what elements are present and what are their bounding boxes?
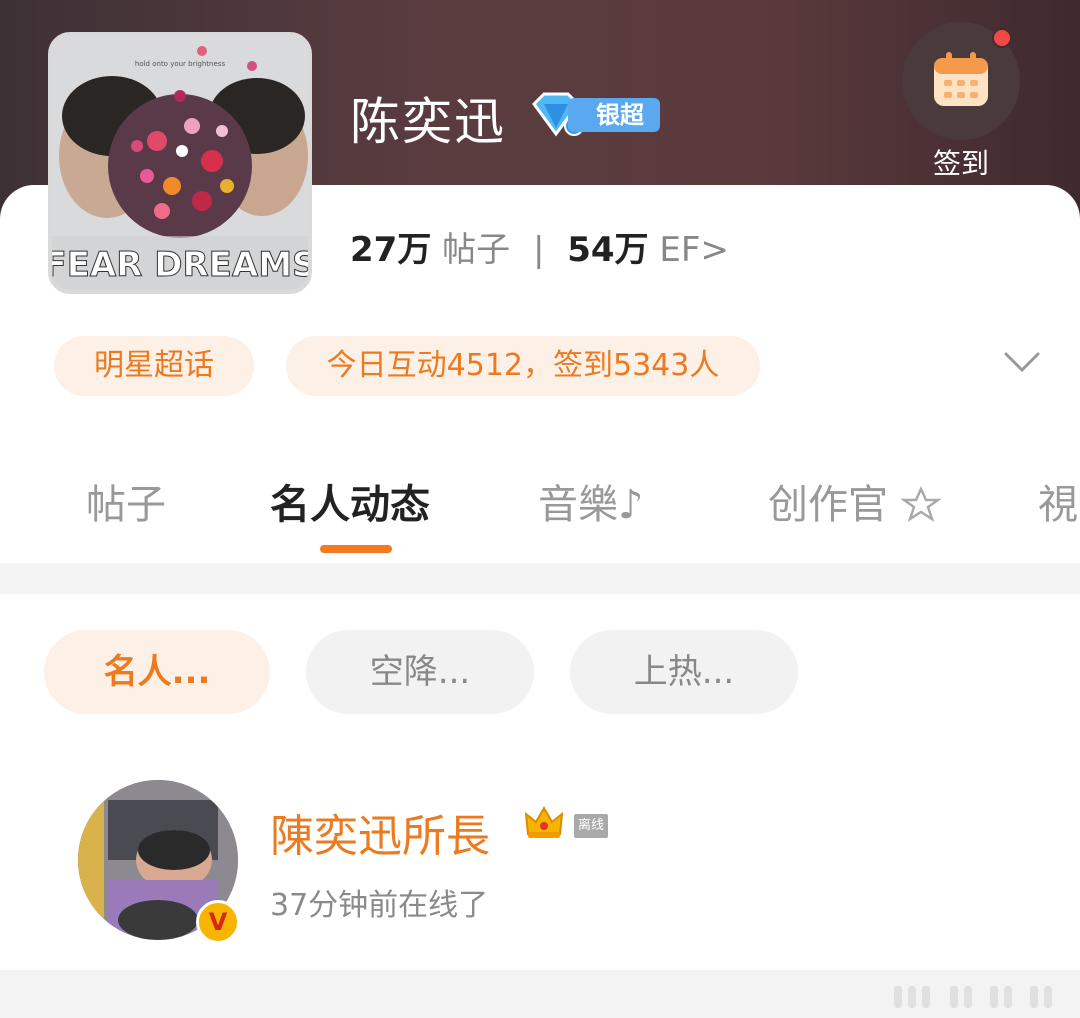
- cover-poster-art: hold onto your brightness FEAR DREAMS: [52, 36, 308, 290]
- active-tab-indicator: [320, 545, 392, 553]
- tab-posts[interactable]: 帖子: [86, 472, 166, 530]
- filter-airdrop[interactable]: 空降...: [306, 630, 534, 714]
- verified-badge: V: [196, 900, 240, 944]
- filter-trending[interactable]: 上热...: [570, 630, 798, 714]
- fans-count[interactable]: 54万: [567, 230, 648, 270]
- filter-celebrity[interactable]: 名人...: [44, 630, 270, 714]
- chevron-down-icon[interactable]: [1000, 346, 1044, 380]
- signin-label[interactable]: 签到: [902, 142, 1020, 182]
- star-supertopic-chip[interactable]: 明星超话: [54, 336, 254, 396]
- stats-separator: |: [532, 230, 545, 270]
- stats-row: 27万 帖子 | 54万 EF>: [350, 222, 729, 271]
- tab-celebrity-updates[interactable]: 名人动态: [270, 472, 430, 530]
- supertopic-cover-image[interactable]: hold onto your brightness FEAR DREAMS: [48, 32, 312, 294]
- poster-title: FEAR DREAMS: [52, 245, 308, 285]
- tab-music[interactable]: 音樂♪: [538, 472, 644, 530]
- last-seen-text: 37分钟前在线了: [270, 888, 489, 923]
- posts-label: 帖子: [442, 230, 511, 270]
- tab-creator-label: 创作官: [768, 482, 888, 528]
- star-icon: [899, 485, 942, 522]
- posts-count: 27万: [350, 230, 432, 270]
- tab-creator[interactable]: 创作官: [768, 472, 942, 530]
- badge-label: 银超: [568, 98, 660, 132]
- supertopic-title: 陈奕迅: [350, 93, 506, 151]
- notification-dot: [992, 28, 1012, 48]
- daily-activity-chip[interactable]: 今日互动4512，签到5343人: [286, 336, 760, 396]
- signin-button[interactable]: [902, 22, 1020, 140]
- watermark-icon: [894, 986, 1052, 1008]
- poster-tagline: hold onto your brightness: [135, 60, 226, 68]
- user-name[interactable]: 陳奕迅所長: [270, 800, 490, 864]
- tab-video[interactable]: 視: [1038, 472, 1078, 530]
- status-badge: 离线: [574, 814, 608, 838]
- calendar-icon: [934, 52, 988, 106]
- celebrity-section: 名人... 空降... 上热... V 陳奕迅所長 离线 37分钟前在线了: [0, 594, 1080, 970]
- silver-super-badge[interactable]: 1 银超: [528, 92, 660, 138]
- tab-bar: 帖子 名人动态 音樂♪ 创作官 視: [0, 462, 1080, 542]
- fans-label-link[interactable]: EF>: [659, 230, 729, 270]
- crown-icon: [524, 805, 564, 838]
